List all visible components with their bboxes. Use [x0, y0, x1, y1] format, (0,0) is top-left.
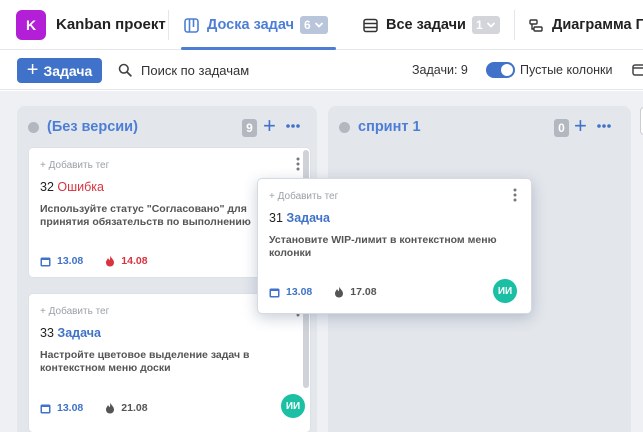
- top-navigation: K Kanban проект Доска задач 6 Все задачи…: [0, 0, 643, 50]
- tab-board-label: Доска задач: [207, 17, 294, 33]
- gantt-icon: [528, 17, 544, 33]
- card-description: Установите WIP-лимит в контекстном меню …: [269, 234, 524, 260]
- card-meta: 13.08 21.08: [40, 401, 148, 415]
- project-name: Kanban проект: [56, 16, 166, 33]
- more-icon[interactable]: [285, 116, 301, 136]
- tab-board-count: 6: [304, 18, 311, 32]
- add-task-button[interactable]: + Задача: [17, 58, 102, 83]
- search-input[interactable]: [141, 62, 291, 78]
- card-date-value: 13.08: [286, 286, 313, 298]
- toggle-knob: [501, 64, 513, 76]
- board-icon: [183, 17, 199, 33]
- search-icon: [118, 63, 132, 77]
- card-number: 31: [269, 211, 283, 225]
- card-date-value: 13.08: [57, 255, 84, 267]
- column-count: 9: [242, 119, 257, 137]
- card-kind: Задача: [286, 211, 330, 225]
- toolbar: + Задача Задачи: 9 Пустые колонки: [0, 50, 643, 90]
- calendar-icon: [269, 288, 280, 297]
- task-count: Задачи: 9: [412, 63, 468, 77]
- tab-board[interactable]: Доска задач 6: [183, 10, 328, 40]
- card-title[interactable]: 33 Задача: [40, 326, 101, 340]
- tab-gantt[interactable]: Диаграмма Г: [528, 10, 643, 40]
- search: [118, 60, 291, 80]
- card-number: 32: [40, 180, 54, 194]
- avatar[interactable]: ИИ: [493, 279, 517, 303]
- dragged-task-card[interactable]: + Добавить тег 31 Задача Установите WIP-…: [257, 178, 532, 314]
- chevron-down-icon: [486, 22, 495, 28]
- chevron-down-icon: [314, 22, 323, 28]
- collapse-icon[interactable]: [632, 63, 643, 77]
- card-menu-icon[interactable]: [512, 187, 518, 203]
- column-header: спринт 1 0 +: [328, 106, 631, 148]
- flame-icon: [106, 402, 115, 414]
- more-icon[interactable]: [596, 116, 612, 136]
- calendar-icon: [40, 404, 51, 413]
- add-card-button[interactable]: +: [574, 115, 587, 137]
- card-description: Настройте цветовое выделение задач в кон…: [40, 349, 302, 375]
- nav-divider: [168, 10, 169, 40]
- card-description-line: Настройте цветовое выделение задач в: [40, 349, 250, 361]
- tab-board-badge[interactable]: 6: [300, 16, 328, 34]
- avatar[interactable]: ИИ: [281, 394, 305, 418]
- tab-all-tasks-badge[interactable]: 1: [471, 16, 500, 34]
- flame-icon: [335, 286, 344, 298]
- list-icon: [362, 17, 378, 33]
- column-count: 0: [554, 119, 569, 137]
- add-card-button[interactable]: +: [263, 115, 276, 137]
- card-description-line: Установите WIP-лимит в контекстном меню: [269, 234, 497, 246]
- nav-divider: [514, 10, 515, 40]
- card-date: 13.08: [40, 402, 83, 414]
- card-menu-icon[interactable]: [295, 156, 301, 172]
- column-title[interactable]: (Без версии): [47, 119, 138, 135]
- card-date-value: 13.08: [57, 402, 84, 414]
- card-deadline: 14.08: [105, 255, 148, 267]
- card-deadline-value: 17.08: [350, 286, 377, 298]
- add-task-label: Задача: [43, 62, 93, 79]
- tab-gantt-label: Диаграмма Г: [552, 17, 643, 33]
- tab-all-tasks-label: Все задачи: [386, 17, 466, 33]
- add-tag-link[interactable]: + Добавить тег: [40, 306, 109, 317]
- empty-columns-toggle[interactable]: [486, 62, 515, 78]
- calendar-icon: [40, 257, 51, 266]
- card-title[interactable]: 32 Ошибка: [40, 180, 104, 194]
- empty-columns-label: Пустые колонки: [520, 63, 613, 77]
- card-description-line: контекстном меню доски: [40, 362, 171, 374]
- card-deadline: 21.08: [105, 402, 148, 414]
- column-header: (Без версии) 9 +: [17, 106, 317, 148]
- tab-all-tasks-count: 1: [475, 18, 483, 32]
- card-deadline-value: 14.08: [121, 255, 148, 267]
- card-deadline: 17.08: [334, 286, 377, 298]
- column-status-dot: [339, 122, 350, 133]
- column-title[interactable]: спринт 1: [358, 119, 421, 135]
- card-meta: 13.08 17.08: [269, 285, 377, 299]
- card-date: 13.08: [269, 286, 312, 298]
- card-kind: Ошибка: [57, 180, 104, 194]
- card-date: 13.08: [40, 255, 83, 267]
- column-status-dot: [28, 122, 39, 133]
- project-switcher[interactable]: K Kanban проект: [16, 9, 166, 40]
- card-number: 33: [40, 326, 54, 340]
- plus-icon: +: [26, 58, 39, 81]
- card-description-line: колонки: [269, 247, 312, 259]
- add-tag-link[interactable]: + Добавить тег: [40, 160, 109, 171]
- project-logo: K: [16, 9, 46, 40]
- flame-icon: [106, 255, 115, 267]
- card-meta: 13.08 14.08: [40, 254, 148, 268]
- tab-all-tasks[interactable]: Все задачи 1: [362, 10, 500, 40]
- add-tag-link[interactable]: + Добавить тег: [269, 191, 338, 202]
- card-kind: Задача: [57, 326, 101, 340]
- card-deadline-value: 21.08: [121, 402, 148, 414]
- card-title[interactable]: 31 Задача: [269, 211, 330, 225]
